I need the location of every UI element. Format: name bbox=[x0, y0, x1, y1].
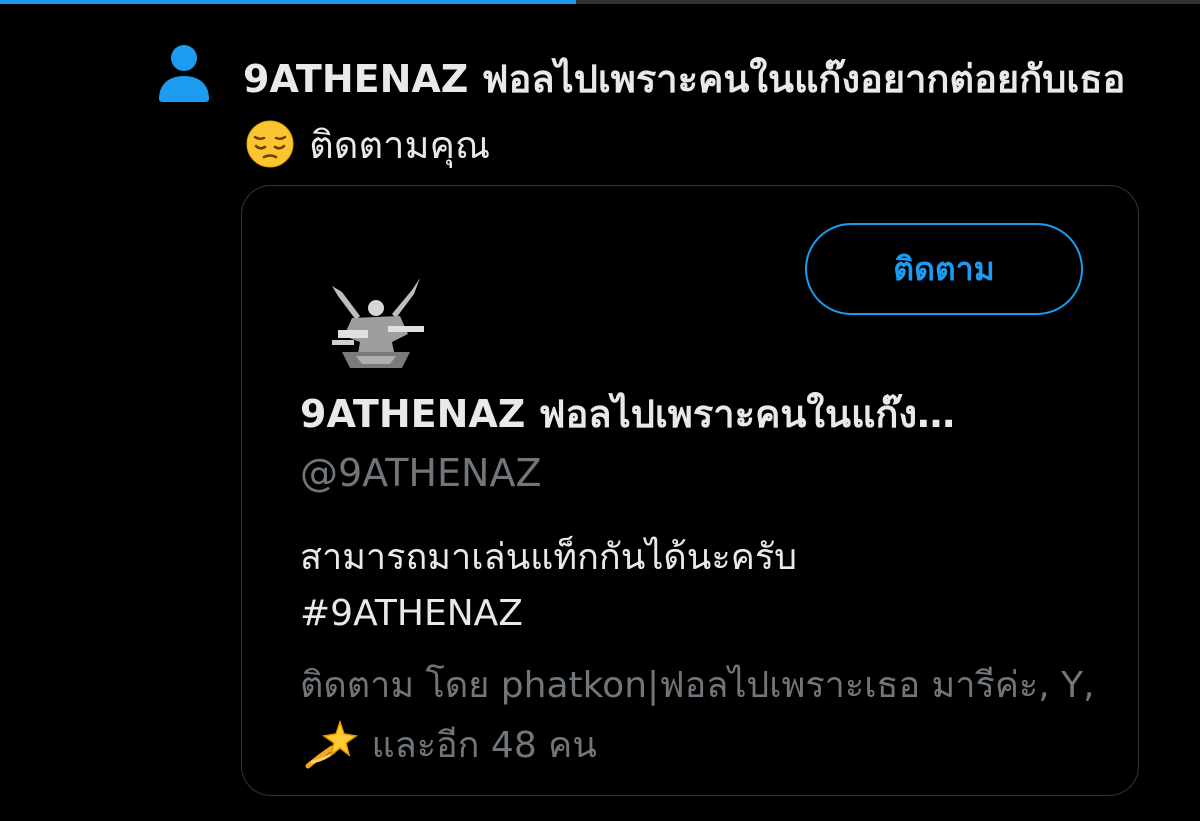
progress-fill bbox=[0, 0, 576, 4]
followed-by-prefix: ติดตาม โดย phatkon|ฟอลไปเพราะเธอ มารีค่ะ… bbox=[300, 665, 1095, 706]
followed-by-text: ติดตาม โดย phatkon|ฟอลไปเพราะเธอ มารีค่ะ… bbox=[300, 656, 1100, 778]
notification-text: 9ATHENAZ ฟอลไปเพราะคนในแก๊งอยากต่อยกับเธ… bbox=[243, 46, 1143, 178]
notification-user-name[interactable]: 9ATHENAZ ฟอลไปเพราะคนในแก๊งอยากต่อยกับเธ… bbox=[243, 57, 1125, 101]
statue-avatar-icon bbox=[312, 256, 440, 384]
profile-bio: สามารถมาเล่นแท็กกันได้นะครับ #9ATHENAZ bbox=[300, 530, 1100, 642]
profile-handle[interactable]: @9ATHENAZ bbox=[300, 447, 541, 499]
notification-action: ติดตามคุณ bbox=[309, 123, 491, 167]
follow-button[interactable]: ติดตาม bbox=[805, 223, 1083, 315]
followed-by-suffix: และอีก 48 คน bbox=[371, 725, 597, 766]
avatar[interactable] bbox=[312, 256, 440, 384]
pensive-face-emoji-icon bbox=[246, 120, 294, 167]
bio-hashtag-link[interactable]: #9ATHENAZ bbox=[300, 586, 1100, 642]
progress-track bbox=[0, 0, 1200, 4]
profile-display-name[interactable]: 9ATHENAZ ฟอลไปเพราะคนในแก๊ง… bbox=[300, 388, 1100, 440]
person-icon bbox=[159, 45, 209, 102]
dizzy-emoji-icon bbox=[305, 719, 358, 769]
bio-text: สามารถมาเล่นแท็กกันได้นะครับ bbox=[300, 537, 798, 578]
profile-card[interactable]: ติดตาม 9ATHENAZ ฟอลไปเพราะคนในแก๊ง… @9AT… bbox=[241, 185, 1139, 796]
